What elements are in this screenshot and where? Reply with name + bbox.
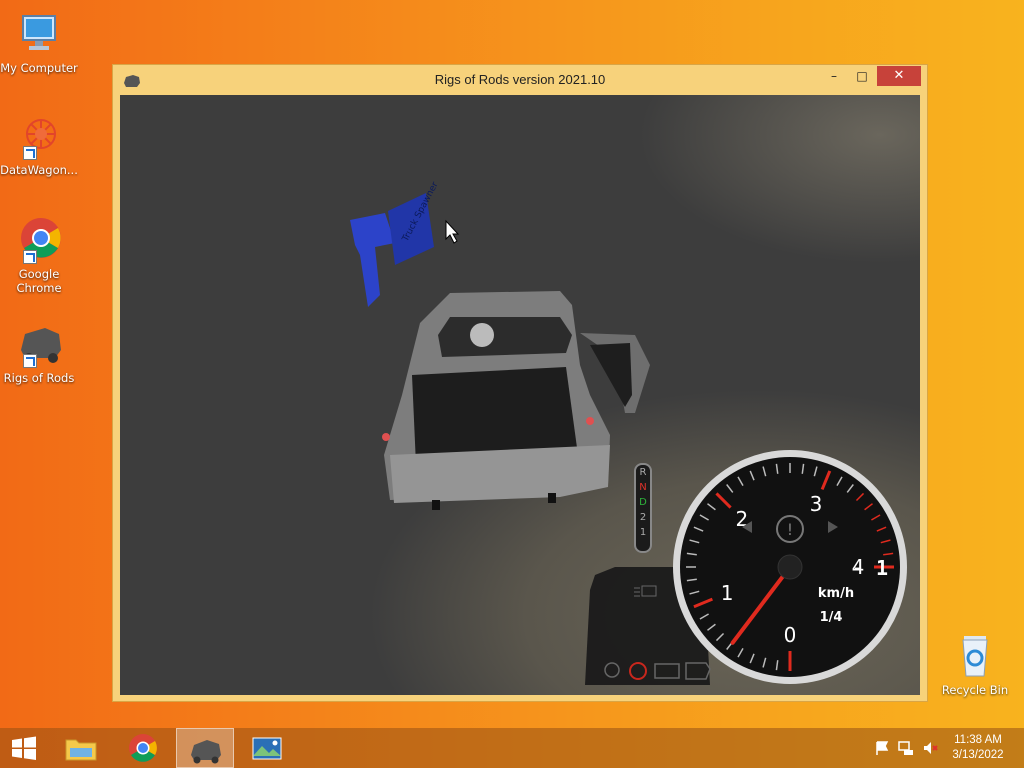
computer-icon [15,10,63,58]
taskbar-photos[interactable] [238,728,296,768]
speedometer-tick-label: 0 [784,623,797,647]
needle-hub [777,554,803,580]
mouse-cursor [445,219,460,244]
taskbar: 11:38 AM 3/13/2022 [0,728,1024,768]
speedometer: 01234 ! km/h 1/4 - 1 [673,450,907,684]
desktop-icon-google-chrome[interactable]: Google Chrome [0,216,78,295]
shortcut-arrow-icon [23,354,37,368]
maximize-button[interactable]: □ [849,66,875,86]
minimize-button[interactable]: – [821,66,847,86]
gear-1: 1 [639,527,647,538]
digital-readout: - 1 [852,556,888,580]
gear-d: D [639,497,647,508]
photo-viewer-icon [252,737,282,760]
clock-date: 3/13/2022 [952,749,1004,761]
desktop-icon-label: Rigs of Rods [3,371,75,385]
desktop-icon-rigs-of-rods[interactable]: Rigs of Rods [0,320,78,385]
datawagon-icon [15,112,63,160]
game-viewport[interactable]: Truck Spawner R N D 2 1 0 1 2 3 4 ! km/h… [120,95,920,695]
taskbar-rigs-of-rods[interactable] [176,728,234,768]
speedometer-tick-label: 3 [810,492,823,516]
gear-indicator: R N D 2 1 [634,463,652,553]
taskbar-chrome[interactable] [114,728,172,768]
chrome-icon [129,734,157,762]
gear-2: 2 [639,512,647,523]
network-icon[interactable] [898,740,914,756]
window-title: Rigs of Rods version 2021.10 [434,72,606,87]
window-titlebar[interactable]: Rigs of Rods version 2021.10 – □ ✕ [113,65,927,95]
truck-spawner-sign: Truck Spawner [350,180,441,307]
volume-muted-icon[interactable] [922,740,938,756]
truck-icon [15,320,63,368]
chrome-icon [15,216,63,264]
recycle-bin-icon [951,632,999,680]
gear-n: N [639,482,647,493]
clock-time: 11:38 AM [954,734,1002,746]
desktop-icon-label: Google Chrome [16,267,62,295]
speedometer-tick-label: 1 [721,581,734,605]
start-button[interactable] [0,728,48,768]
desktop-icon-recycle-bin[interactable]: Recycle Bin [936,632,1014,697]
app-window: Rigs of Rods version 2021.10 – □ ✕ Truck… [112,64,928,702]
svg-text:!: ! [787,520,793,539]
taskbar-clock[interactable]: 11:38 AM 3/13/2022 [948,733,1008,763]
speed-unit: km/h [818,586,854,601]
action-center-flag-icon[interactable] [874,740,890,756]
car-model [382,291,650,510]
folder-icon [65,739,97,761]
desktop-icon-label: Recycle Bin [941,683,1009,697]
gear-r: R [639,467,647,478]
windows-logo-icon [12,736,36,760]
desktop-icon-label: My Computer [0,61,78,75]
desktop-icon-label: DataWagon... [0,163,78,177]
taskbar-file-explorer[interactable] [52,728,110,768]
shortcut-arrow-icon [23,250,37,264]
gear-ratio: 1/4 [820,610,843,625]
desktop-icon-my-computer[interactable]: My Computer [0,10,78,75]
shortcut-arrow-icon [23,146,37,160]
desktop-icon-datawagon[interactable]: DataWagon... [0,112,78,177]
truck-icon [191,740,221,764]
close-button[interactable]: ✕ [877,66,921,86]
